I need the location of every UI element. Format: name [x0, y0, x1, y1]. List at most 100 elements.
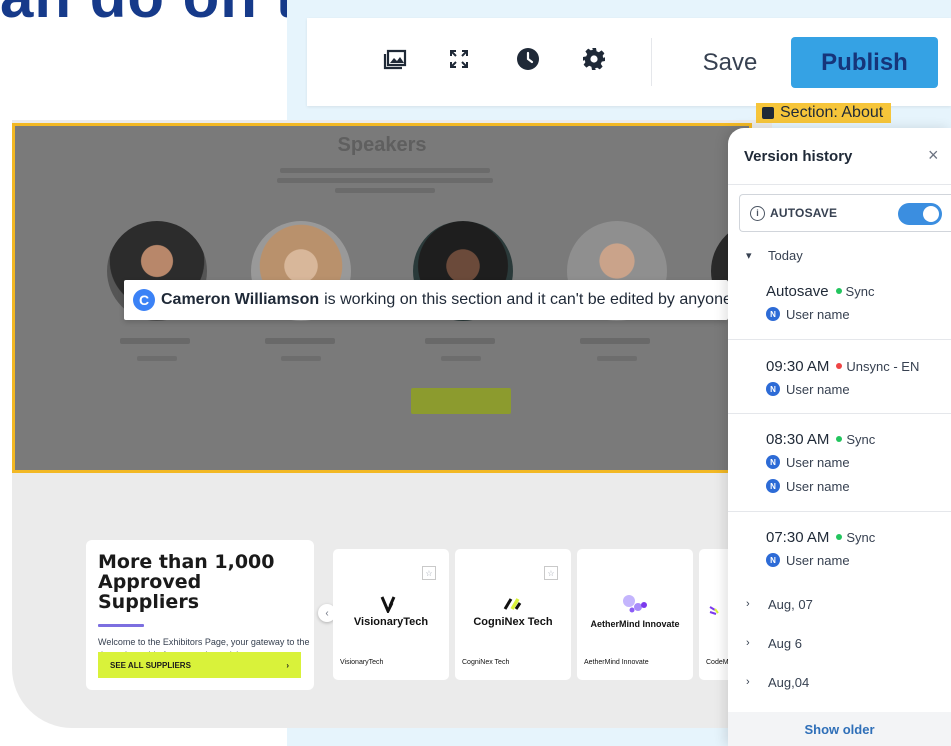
group-today[interactable]: ▾ Today	[746, 245, 803, 265]
speaker-name-line	[265, 338, 335, 344]
user-avatar-badge: N	[766, 479, 780, 493]
info-icon[interactable]: i	[750, 205, 765, 221]
section-subtitle-line	[280, 168, 490, 173]
chevron-right-icon: ›	[286, 660, 289, 670]
supplier-name: VisionaryTech	[340, 659, 384, 666]
supplier-logo-text: CogniNex Tech	[473, 615, 553, 628]
entry-divider	[728, 511, 951, 512]
group-label: Aug 6	[768, 635, 802, 651]
supplier-logo-text: VisionaryTech	[353, 615, 429, 628]
toolbar-separator	[651, 38, 652, 86]
speaker-name-line	[580, 338, 650, 344]
group-collapsed[interactable]: › Aug, 07	[746, 594, 813, 614]
version-entry[interactable]: 08:30 AM Sync N User name N User name	[766, 428, 875, 498]
supplier-name: CogniNex Tech	[462, 659, 510, 666]
publish-button[interactable]: Publish	[791, 37, 938, 88]
supplier-name: AetherMind Innovate	[584, 659, 649, 666]
save-button[interactable]: Save	[698, 40, 762, 86]
clock-icon[interactable]	[516, 47, 540, 71]
supplier-card[interactable]: ☆ VisionaryTech VisionaryTech	[333, 549, 449, 680]
group-collapsed[interactable]: › Aug,04	[746, 672, 809, 692]
version-entry[interactable]: 07:30 AM Sync N User name	[766, 526, 875, 572]
user-name: User name	[786, 552, 850, 568]
group-label: Today	[768, 247, 803, 263]
supplier-logo: AetherMind Innovate	[577, 589, 693, 633]
autosave-row: i AUTOSAVE	[739, 194, 951, 232]
user-name: User name	[786, 478, 850, 494]
group-label: Aug, 07	[768, 596, 813, 612]
toggle-knob	[923, 206, 939, 222]
speaker-name-line	[120, 338, 190, 344]
status-dot	[836, 534, 843, 540]
entry-divider	[728, 413, 951, 414]
favorite-star-icon[interactable]: ☆	[422, 566, 436, 580]
sync-status: Unsync - EN	[846, 358, 920, 374]
supplier-logo: VisionaryTech	[333, 589, 449, 633]
section-handle-icon	[762, 107, 774, 119]
entry-divider	[728, 339, 951, 340]
gear-icon[interactable]	[582, 47, 606, 71]
supplier-card[interactable]: AetherMind Innovate AetherMind Innovate	[577, 549, 693, 680]
section-label[interactable]: Section: About	[756, 103, 892, 123]
supplier-logo: CogniNex Tech	[455, 589, 571, 633]
suppliers-title: More than 1,000 Approved Suppliers	[98, 551, 275, 613]
user-avatar-badge: N	[766, 382, 780, 396]
favorite-star-icon[interactable]: ☆	[544, 566, 558, 580]
version-time: 08:30 AM	[766, 430, 830, 448]
background-heading: an do on th	[0, 0, 334, 31]
chevron-right-icon: ›	[746, 637, 750, 649]
status-dot	[835, 288, 842, 294]
speaker-name-line	[425, 338, 495, 344]
sync-status: Sync	[846, 529, 876, 545]
autosave-toggle[interactable]	[898, 203, 942, 225]
lock-message: is working on this section and it can't …	[324, 291, 728, 308]
user-avatar-badge: N	[766, 455, 780, 469]
autosave-label: AUTOSAVE	[770, 206, 838, 220]
version-history-panel: Version history × i AUTOSAVE ▾ Today Aut…	[728, 128, 951, 746]
chevron-down-icon: ▾	[746, 249, 752, 262]
panel-title: Version history	[744, 148, 853, 165]
version-entry[interactable]: Autosave Sync N User name	[766, 280, 874, 326]
version-time: 07:30 AM	[766, 528, 830, 546]
lock-user-name: Cameron Williamson	[161, 291, 320, 308]
show-older-button[interactable]: Show older	[728, 712, 951, 746]
section-cta-button	[411, 388, 511, 414]
status-dot	[836, 363, 843, 369]
supplier-card[interactable]: ☆ CogniNex Tech CogniNex Tech	[455, 549, 571, 680]
user-name: User name	[786, 306, 850, 322]
sync-status: Sync	[845, 283, 875, 299]
section-title: Speakers	[337, 134, 427, 156]
status-dot	[836, 436, 843, 442]
sync-status: Sync	[846, 431, 876, 447]
group-collapsed[interactable]: › Aug 6	[746, 633, 802, 653]
see-all-suppliers-button[interactable]: SEE ALL SUPPLIERS ›	[98, 652, 301, 678]
section-subtitle-line	[335, 188, 435, 193]
user-name: User name	[786, 381, 850, 397]
fullscreen-icon[interactable]	[447, 47, 471, 71]
group-label: Aug,04	[768, 674, 810, 690]
chevron-right-icon: ›	[746, 598, 750, 610]
suppliers-divider	[98, 624, 144, 627]
speaker-role-line	[137, 356, 177, 361]
section-lock-banner: C Cameron Williamson is working on this …	[124, 280, 728, 320]
user-name: User name	[786, 454, 850, 470]
user-avatar-badge: C	[133, 289, 155, 311]
version-entry[interactable]: 09:30 AM Unsync - EN N User name	[766, 355, 919, 401]
close-icon[interactable]: ×	[928, 145, 939, 166]
supplier-logo-text: AetherMind Innovate	[590, 618, 680, 629]
suppliers-card: More than 1,000 Approved Suppliers Welco…	[86, 540, 314, 690]
section-subtitle-line	[277, 178, 493, 183]
speaker-role-line	[281, 356, 321, 361]
image-icon[interactable]	[383, 47, 407, 71]
speaker-role-line	[597, 356, 637, 361]
panel-divider	[728, 184, 951, 185]
version-time: 09:30 AM	[766, 357, 830, 375]
speaker-role-line	[441, 356, 481, 361]
see-all-suppliers-label: SEE ALL SUPPLIERS	[110, 660, 191, 670]
chevron-right-icon: ›	[746, 676, 750, 688]
supplier-name: CodeM	[706, 659, 729, 666]
user-avatar-badge: N	[766, 307, 780, 321]
user-avatar-badge: N	[766, 553, 780, 567]
section-label-text: Section: About	[780, 104, 884, 121]
version-time: Autosave	[766, 282, 829, 300]
